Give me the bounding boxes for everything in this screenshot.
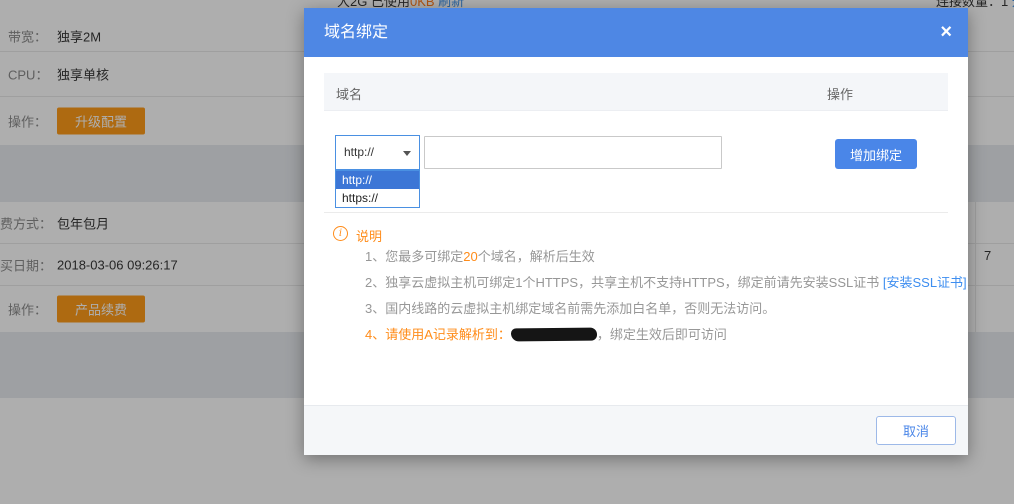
note-item-1: 1、您最多可绑定20个域名，解析后生效 [365,249,967,265]
protocol-option-https[interactable]: https:// [336,189,419,207]
note1-text-post: 个域名，解析后生效 [478,249,595,264]
divider [324,212,948,213]
add-binding-button[interactable]: 增加绑定 [835,139,917,169]
modal-header: 域名绑定 × [304,8,968,57]
modal-title: 域名绑定 [304,8,968,57]
note4-highlight: 4、请使用A记录解析到： [365,327,511,342]
protocol-option-http[interactable]: http:// [336,171,419,189]
note1-text: 1、您最多可绑定 [365,249,463,264]
note4-text-post: ，绑定生效后即可访问 [597,327,727,342]
protocol-dropdown-list: http:// https:// [335,170,420,208]
column-action: 操作 [827,84,853,103]
cancel-button[interactable]: 取消 [876,416,956,445]
protocol-select[interactable]: http:// [335,135,420,170]
note-item-4: 4、请使用A记录解析到： ，绑定生效后即可访问 [365,327,967,343]
note-item-2: 2、独享云虚拟主机可绑定1个HTTPS，共享主机不支持HTTPS，绑定前请先安装… [365,275,967,291]
info-icon: i [333,226,348,241]
notes-title: 说明 [356,226,382,245]
note-item-3: 3、国内线路的云虚拟主机绑定域名前需先添加白名单，否则无法访问。 [365,301,967,317]
screen: 大2G 已使用0KB 刷新 连接数量：1 升级 带宽： 独享2M CPU： 独享… [0,0,1014,504]
note2-text: 2、独享云虚拟主机可绑定1个HTTPS，共享主机不支持HTTPS，绑定前请先安装… [365,275,883,290]
domain-input[interactable] [424,136,722,169]
close-icon[interactable]: × [940,19,952,45]
domain-binding-modal: 域名绑定 × 域名 操作 http:// http:// https:// 增加… [304,8,968,455]
domain-table-header: 域名 操作 [324,73,948,111]
install-ssl-link[interactable]: [安装SSL证书] [883,275,967,290]
protocol-selected-value: http:// [344,145,374,159]
modal-footer: 取消 [304,405,968,455]
chevron-down-icon [403,151,411,156]
redacted-ip [511,328,597,342]
note1-highlight: 20 [463,249,477,264]
column-domain: 域名 [336,84,362,103]
notes-list: 1、您最多可绑定20个域名，解析后生效 2、独享云虚拟主机可绑定1个HTTPS，… [365,249,967,353]
